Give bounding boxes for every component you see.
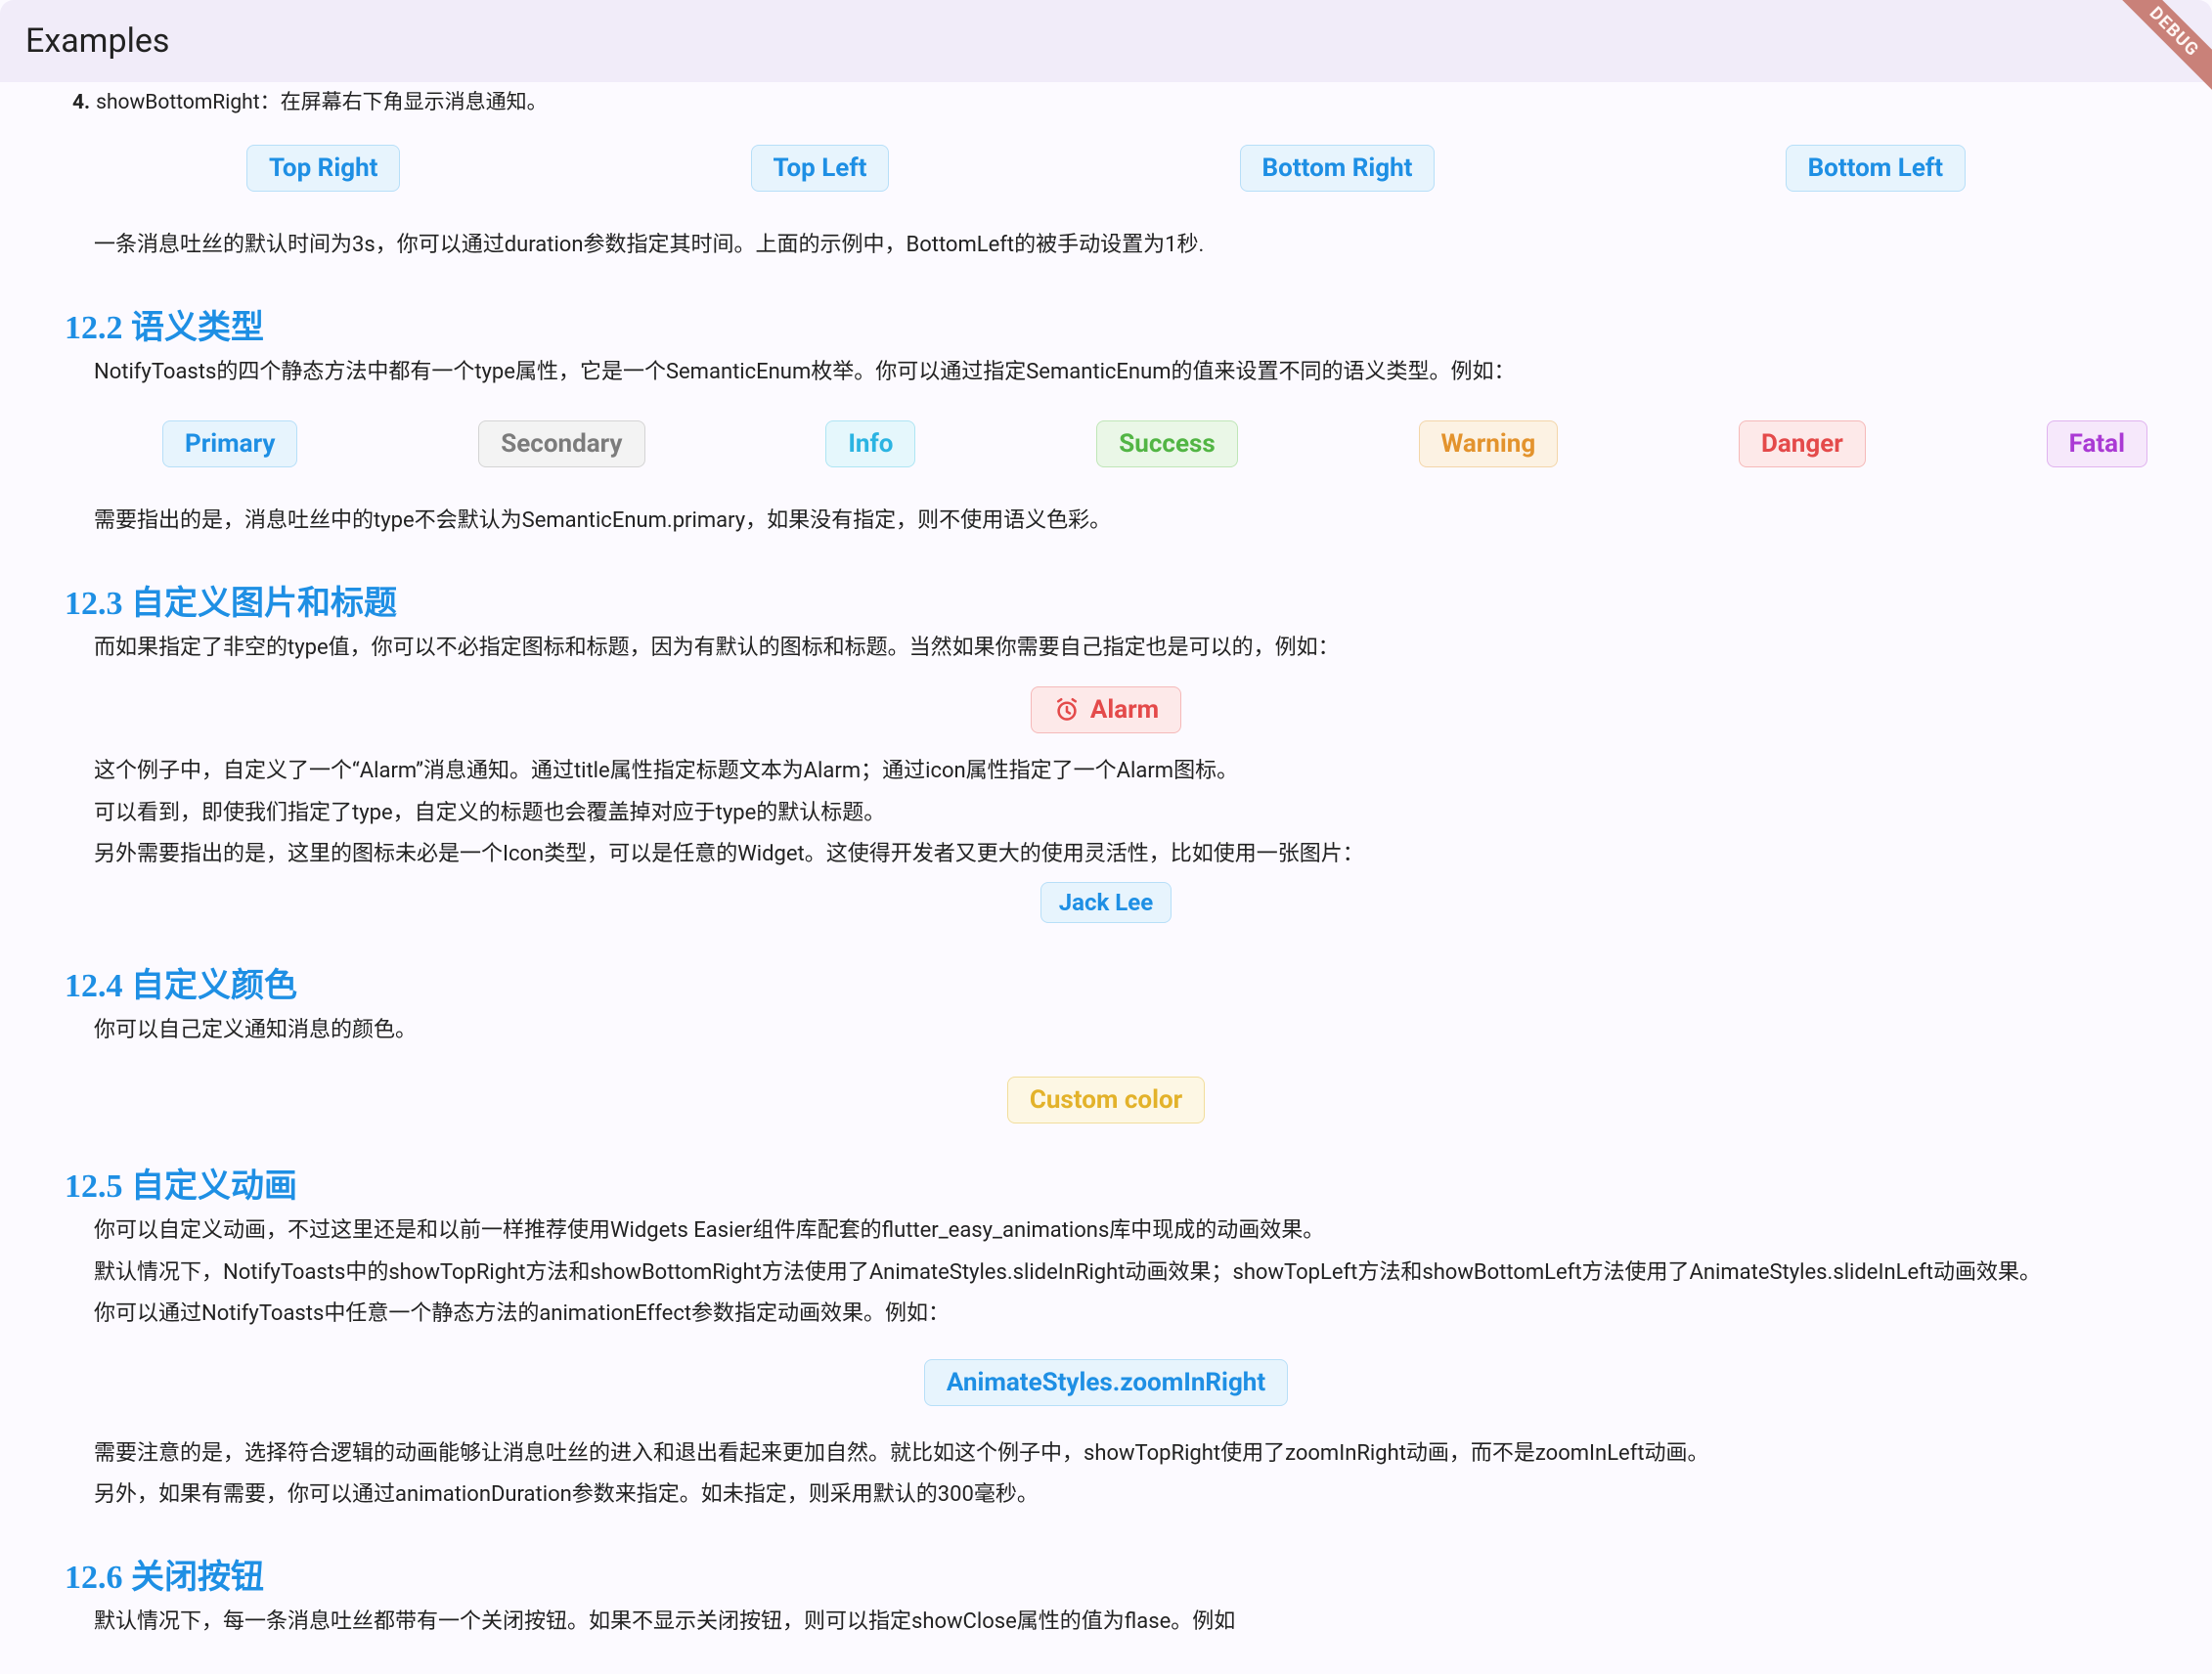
section-12-3-p3: 可以看到，即使我们指定了type，自定义的标题也会覆盖掉对应于type的默认标题… <box>65 795 2147 833</box>
zoom-in-right-button[interactable]: AnimateStyles.zoomInRight <box>924 1359 1288 1406</box>
info-button[interactable]: Info <box>825 420 915 467</box>
custom-color-button-row: Custom color <box>65 1077 2147 1123</box>
list-item-showBottomRight: 4. showBottomRight：在屏幕右下角显示消息通知。 <box>65 86 2147 115</box>
jacklee-button-row: Jack Lee <box>65 882 2147 923</box>
alarm-button[interactable]: Alarm <box>1031 686 1181 733</box>
section-12-5-p3: 你可以通过NotifyToasts中任意一个静态方法的animationEffe… <box>65 1296 2147 1334</box>
section-12-6-title: 12.6 关闭按钮 <box>65 1550 2147 1598</box>
top-left-button[interactable]: Top Left <box>751 145 890 192</box>
list-index: 4. <box>72 91 90 114</box>
section-12-5-p5: 另外，如果有需要，你可以通过animationDuration参数来指定。如未指… <box>65 1476 2147 1515</box>
semantic-buttons-row: Primary Secondary Info Success Warning D… <box>65 420 2147 467</box>
list-text: showBottomRight：在屏幕右下角显示消息通知。 <box>96 91 547 114</box>
alarm-button-row: Alarm <box>65 686 2147 733</box>
zoom-button-row: AnimateStyles.zoomInRight <box>65 1359 2147 1406</box>
fatal-button[interactable]: Fatal <box>2047 420 2147 467</box>
warning-button[interactable]: Warning <box>1419 420 1559 467</box>
section-12-5-p2: 默认情况下，NotifyToasts中的showTopRight方法和showB… <box>65 1255 2147 1293</box>
section-12-2-p1: NotifyToasts的四个静态方法中都有一个type属性，它是一个Seman… <box>65 354 2147 392</box>
page-content: 4. showBottomRight：在屏幕右下角显示消息通知。 Top Righ… <box>0 86 2212 1674</box>
section-12-4-title: 12.4 自定义颜色 <box>65 958 2147 1006</box>
bottom-left-button[interactable]: Bottom Left <box>1786 145 1966 192</box>
appbar: Examples <box>0 0 2212 82</box>
appbar-title: Examples <box>25 22 169 61</box>
danger-button[interactable]: Danger <box>1739 420 1866 467</box>
bottom-right-button[interactable]: Bottom Right <box>1240 145 1436 192</box>
custom-color-button[interactable]: Custom color <box>1007 1077 1205 1123</box>
top-right-button[interactable]: Top Right <box>246 145 400 192</box>
section-12-3-title: 12.3 自定义图片和标题 <box>65 576 2147 624</box>
section-12-2-title: 12.2 语义类型 <box>65 300 2147 348</box>
paragraph-duration: 一条消息吐丝的默认时间为3s，你可以通过duration参数指定其时间。上面的示… <box>65 227 2147 265</box>
paragraph-semantic-note: 需要指出的是，消息吐丝中的type不会默认为SemanticEnum.prima… <box>65 503 2147 541</box>
section-12-4-p1: 你可以自己定义通知消息的颜色。 <box>65 1012 2147 1050</box>
jack-lee-button[interactable]: Jack Lee <box>1040 882 1172 923</box>
section-12-3-p4: 另外需要指出的是，这里的图标未必是一个Icon类型，可以是任意的Widget。这… <box>65 836 2147 874</box>
alarm-button-label: Alarm <box>1090 695 1159 725</box>
section-12-5-title: 12.5 自定义动画 <box>65 1159 2147 1207</box>
section-12-3-p1: 而如果指定了非空的type值，你可以不必指定图标和标题，因为有默认的图标和标题。… <box>65 630 2147 668</box>
position-buttons-row: Top Right Top Left Bottom Right Bottom L… <box>65 145 2147 192</box>
section-12-3-p2: 这个例子中，自定义了一个“Alarm”消息通知。通过title属性指定标题文本为… <box>65 753 2147 791</box>
section-12-6-p1: 默认情况下，每一条消息吐丝都带有一个关闭按钮。如果不显示关闭按钮，则可以指定sh… <box>65 1604 2147 1642</box>
alarm-icon <box>1053 696 1081 724</box>
section-12-5-p4: 需要注意的是，选择符合逻辑的动画能够让消息吐丝的进入和退出看起来更加自然。就比如… <box>65 1435 2147 1474</box>
primary-button[interactable]: Primary <box>162 420 297 467</box>
section-12-5-p1: 你可以自定义动画，不过这里还是和以前一样推荐使用Widgets Easier组件… <box>65 1212 2147 1251</box>
success-button[interactable]: Success <box>1096 420 1237 467</box>
secondary-button[interactable]: Secondary <box>478 420 644 467</box>
